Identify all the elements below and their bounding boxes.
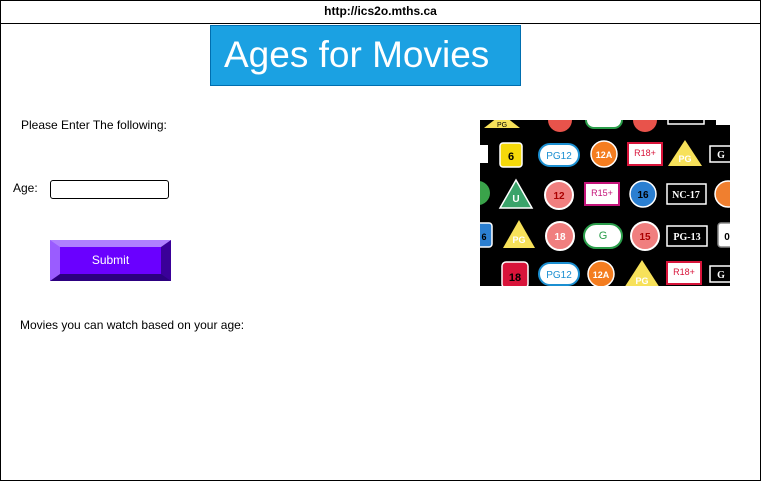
badge-15-icon: 15 — [630, 221, 660, 251]
badge-green-oval-icon — [585, 120, 623, 129]
svg-text:R18+: R18+ — [673, 267, 695, 277]
title-banner: Ages for Movies — [210, 25, 521, 86]
svg-text:12: 12 — [553, 191, 565, 202]
svg-text:PG: PG — [635, 276, 648, 286]
badge-r18-icon: R18+ — [666, 261, 702, 285]
svg-text:PG: PG — [512, 235, 525, 245]
badge-12a-icon: 12A — [587, 260, 615, 286]
svg-text:18: 18 — [509, 272, 521, 284]
badge-g-icon — [716, 120, 730, 125]
result-label: Movies you can watch based on your age: — [20, 318, 245, 332]
badge-white-rect-icon — [667, 120, 705, 125]
badge-g-oval-icon: G — [583, 223, 623, 249]
page-title: Ages for Movies — [224, 34, 490, 75]
svg-text:16: 16 — [637, 190, 649, 201]
svg-text:PG: PG — [678, 154, 691, 164]
badge-16-icon: 16 — [629, 180, 657, 208]
svg-text:18: 18 — [554, 232, 566, 243]
badge-r15-icon: R15+ — [584, 182, 620, 206]
badge-0-icon: 0 — [717, 222, 730, 248]
svg-text:R15+: R15+ — [591, 188, 613, 198]
svg-text:G: G — [717, 270, 725, 281]
svg-text:U: U — [512, 194, 519, 205]
badge-rect-icon — [480, 145, 488, 163]
submit-button[interactable]: Submit — [50, 240, 171, 281]
badge-g-icon: G — [709, 265, 730, 283]
badge-pg12-icon: PG12 — [538, 143, 580, 167]
svg-text:15: 15 — [639, 232, 651, 243]
age-input[interactable] — [50, 180, 169, 199]
movie-ratings-image: PG 6 PG12 12A R18+ PG G U 12 R15+ 16 NC-… — [480, 120, 730, 286]
svg-text:6: 6 — [508, 151, 514, 163]
badge-18-icon: 18 — [545, 221, 575, 251]
svg-text:PG12: PG12 — [546, 270, 572, 281]
badge-pg12-icon: PG12 — [538, 262, 580, 286]
badge-nc17-icon: NC-17 — [666, 183, 707, 205]
badge-pg13-icon: PG-13 — [666, 225, 708, 247]
svg-text:PG-13: PG-13 — [673, 232, 700, 243]
svg-text:G: G — [717, 150, 725, 161]
badge-12a-icon: 12A — [590, 140, 618, 168]
url-bar[interactable]: http://ics2o.mths.ca — [0, 0, 761, 24]
svg-text:G: G — [599, 230, 608, 242]
badge-12-icon: 12 — [544, 180, 574, 210]
svg-text:NC-17: NC-17 — [672, 190, 700, 201]
svg-text:12A: 12A — [596, 150, 613, 160]
badge-18-icon: 18 — [501, 261, 529, 286]
svg-text:6: 6 — [481, 232, 486, 242]
badge-r18-icon: R18+ — [627, 142, 663, 166]
svg-text:PG: PG — [497, 122, 507, 129]
svg-text:PG12: PG12 — [546, 151, 572, 162]
age-label: Age: — [13, 181, 38, 195]
svg-text:R18+: R18+ — [634, 148, 656, 158]
badge-6-icon: 6 — [480, 222, 493, 248]
form-prompt: Please Enter The following: — [21, 118, 167, 132]
svg-text:0: 0 — [724, 232, 730, 243]
badge-6-icon: 6 — [499, 142, 523, 168]
svg-text:12A: 12A — [593, 270, 610, 280]
badge-g-icon: G — [709, 145, 730, 163]
